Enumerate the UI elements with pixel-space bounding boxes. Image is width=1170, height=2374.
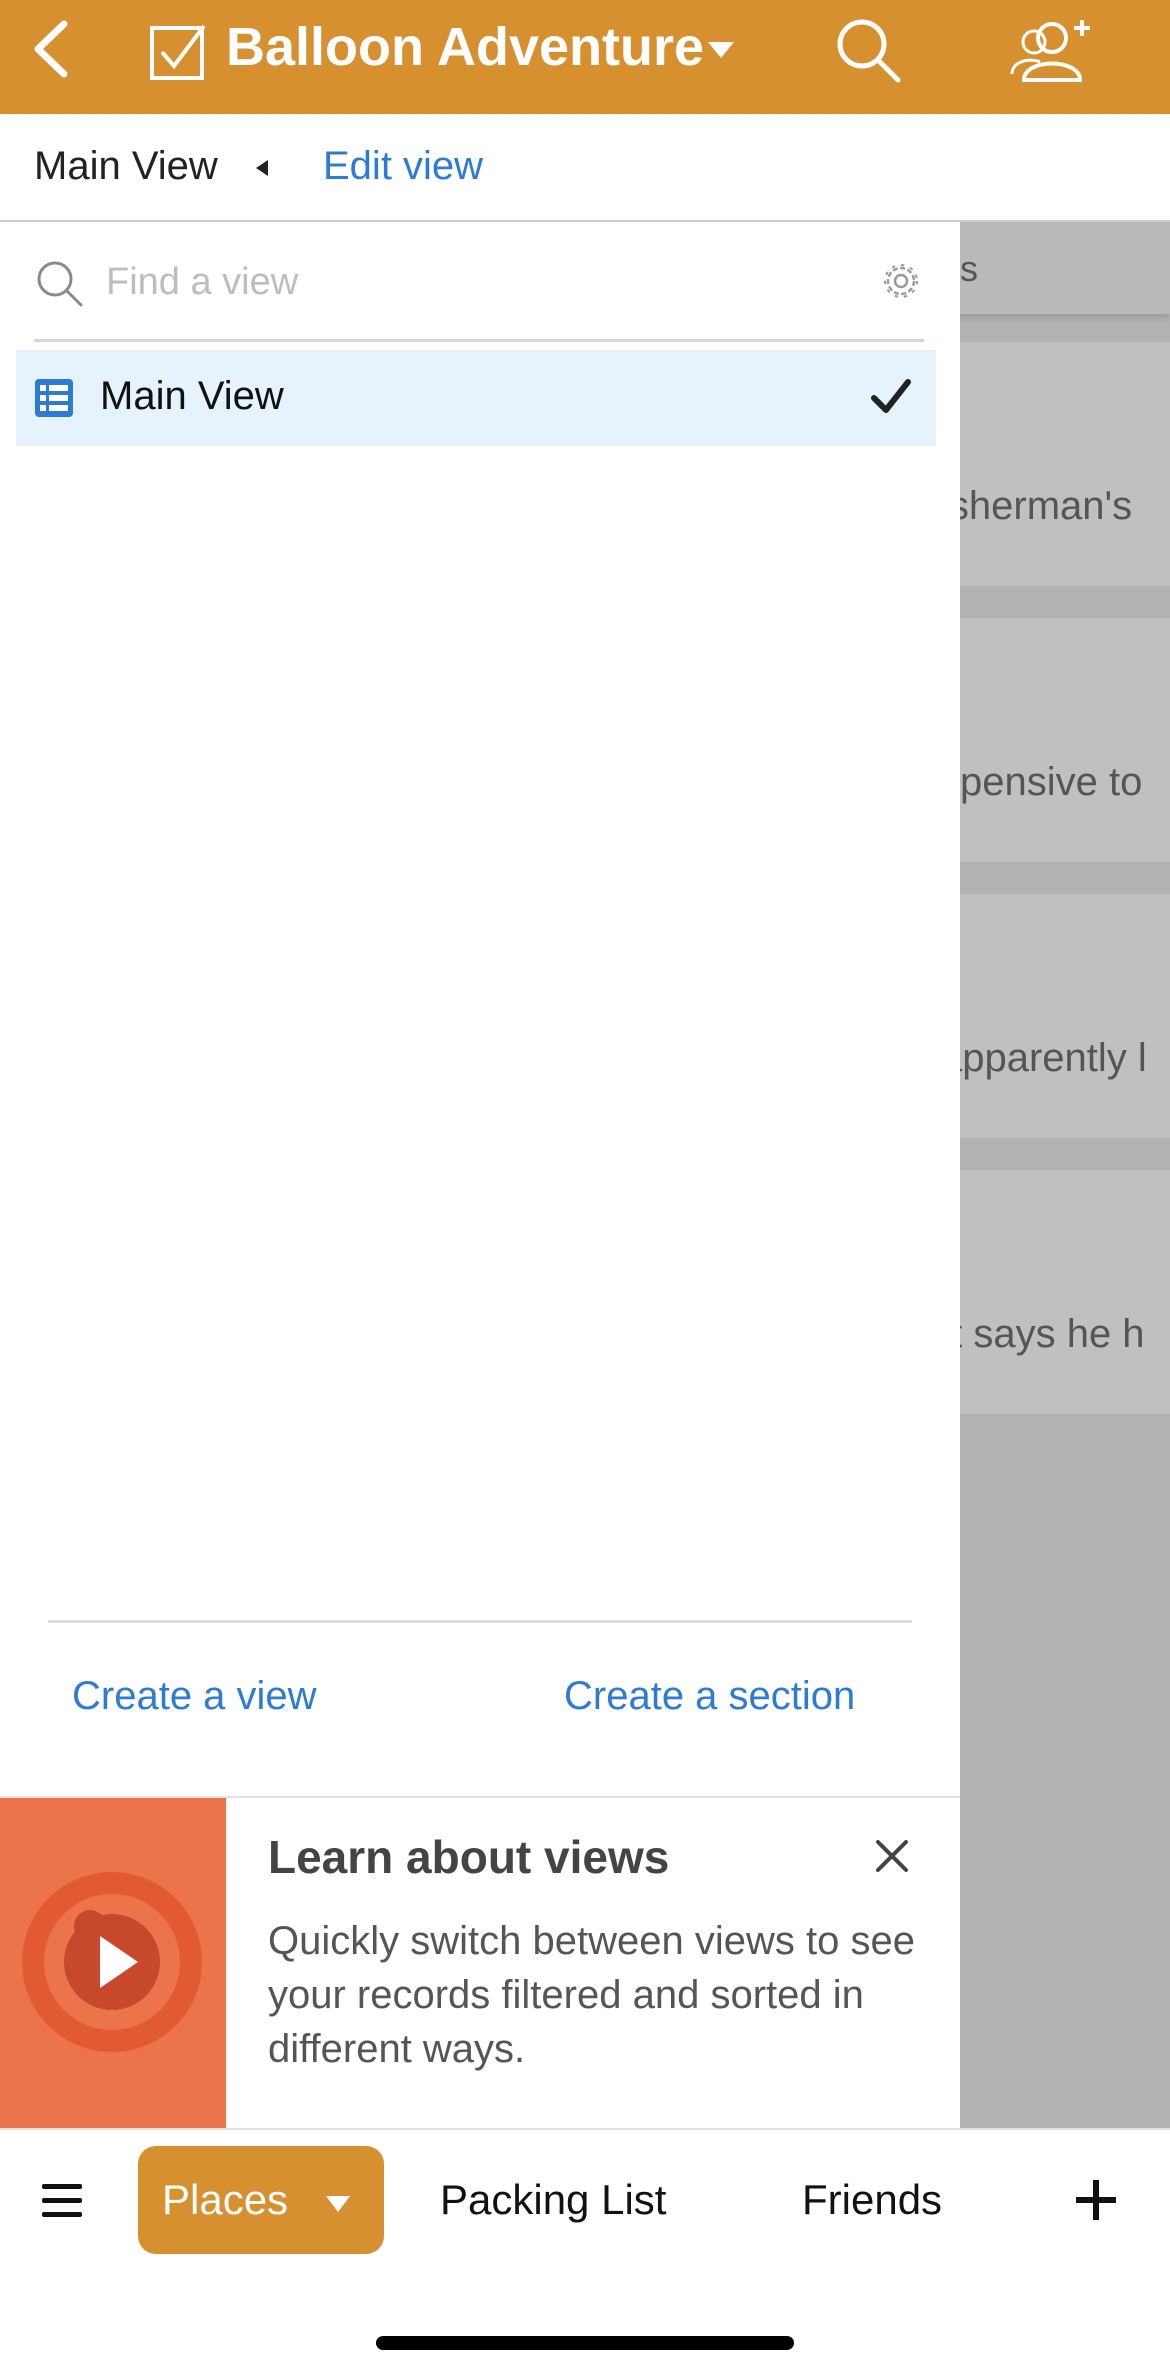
tab-packing-list[interactable]: Packing List bbox=[440, 2176, 666, 2224]
hamburger-menu-icon[interactable] bbox=[42, 2184, 82, 2218]
close-icon[interactable] bbox=[870, 1834, 914, 1878]
tab-places[interactable]: Places bbox=[138, 2146, 384, 2254]
create-view-link[interactable]: Create a view bbox=[72, 1674, 317, 1719]
view-bar: Main View Edit view bbox=[0, 114, 1170, 222]
view-switcher-drawer: Main View Create a view Create a section… bbox=[0, 222, 960, 2128]
search-icon[interactable] bbox=[832, 14, 904, 86]
view-item-label: Main View bbox=[100, 374, 284, 418]
view-item-main[interactable]: Main View bbox=[16, 350, 936, 446]
find-view-input[interactable] bbox=[106, 252, 806, 312]
table-tab-bar: Places Packing List Friends bbox=[0, 2128, 1170, 2374]
gear-icon[interactable] bbox=[878, 258, 924, 304]
edit-view-link[interactable]: Edit view bbox=[323, 144, 483, 189]
search-icon bbox=[37, 261, 83, 307]
play-video-icon bbox=[22, 1872, 202, 2052]
tab-label: Places bbox=[162, 2176, 289, 2223]
base-checkbox-icon bbox=[150, 24, 206, 80]
top-bar: Balloon Adventure bbox=[0, 0, 1170, 114]
chevron-down-icon bbox=[326, 2196, 350, 2212]
record-snippet: apparently l bbox=[940, 1036, 1147, 1080]
record-snippet: tt says he h bbox=[940, 1312, 1145, 1356]
add-table-icon[interactable] bbox=[1076, 2180, 1116, 2220]
record-snippet: isherman's bbox=[940, 484, 1133, 528]
tab-friends[interactable]: Friends bbox=[802, 2176, 942, 2224]
promo-title: Learn about views bbox=[268, 1831, 670, 1883]
current-view-name[interactable]: Main View bbox=[34, 144, 218, 189]
home-indicator bbox=[376, 2336, 794, 2350]
grid-view-icon bbox=[35, 379, 73, 417]
record-snippet: xpensive to bbox=[940, 760, 1143, 804]
chevron-down-icon[interactable] bbox=[706, 38, 736, 62]
video-thumbnail[interactable] bbox=[0, 1798, 226, 2128]
back-icon[interactable] bbox=[20, 14, 90, 84]
base-title[interactable]: Balloon Adventure bbox=[226, 16, 704, 78]
caret-left-icon[interactable] bbox=[254, 158, 270, 178]
divider bbox=[48, 1620, 912, 1623]
checkmark-icon bbox=[871, 379, 911, 413]
promo-body: Quickly switch between views to see your… bbox=[268, 1919, 915, 2071]
create-section-link[interactable]: Create a section bbox=[564, 1674, 855, 1719]
share-users-icon[interactable] bbox=[1010, 14, 1094, 86]
find-view-bar bbox=[34, 222, 924, 342]
